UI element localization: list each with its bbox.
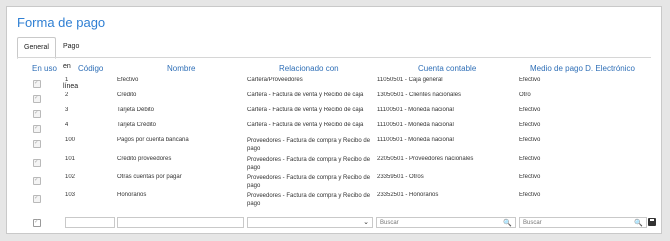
table-row[interactable]: 1 Efectivo Cartera/Proveedores 11050501 … [17, 77, 651, 92]
row-medio: Efectivo [519, 156, 541, 162]
row-medio: Efectivo [519, 107, 541, 113]
row-medio: Efectivo [519, 77, 541, 83]
row-relacionado: Proveedores - Factura de compra y Recibo… [247, 157, 371, 171]
forma-de-pago-panel: Forma de pago General Pago en línea En u… [6, 6, 662, 234]
checkbox-icon[interactable] [33, 158, 41, 167]
row-cuenta: 23359501 - Otros [377, 174, 424, 180]
filter-cuenta-placeholder: Buscar [380, 220, 399, 226]
row-codigo: 3 [65, 107, 69, 113]
row-codigo: 103 [65, 192, 76, 198]
table-row[interactable]: 100 Pagos por cuenta bancaria Proveedore… [17, 137, 651, 155]
checkbox-icon[interactable] [33, 94, 41, 103]
row-codigo: 102 [65, 174, 76, 180]
row-relacionado: Proveedores - Factura de compra y Recibo… [247, 193, 371, 207]
row-nombre: Efectivo [117, 77, 139, 83]
filter-relacionado-select[interactable]: ⌄ [247, 217, 373, 228]
row-relacionado: Proveedores - Factura de compra y Recibo… [247, 175, 371, 189]
checkbox-icon[interactable] [33, 79, 41, 88]
page-title: Forma de pago [17, 15, 106, 30]
table-row[interactable]: 2 Crédito Cartera - Factura de venta y R… [17, 92, 651, 107]
row-medio: Efectivo [519, 174, 541, 180]
row-relacionado: Cartera - Factura de venta y Recibo de c… [247, 107, 364, 113]
col-header-en-uso[interactable]: En uso [32, 64, 57, 73]
chevron-down-icon: ⌄ [363, 219, 369, 226]
filter-row: ⌄ Buscar 🔍 Buscar 🔍 [17, 217, 656, 230]
table-row[interactable]: 103 Honorarios Proveedores - Factura de … [17, 192, 651, 210]
row-codigo: 2 [65, 92, 69, 98]
col-header-cuenta[interactable]: Cuenta contable [418, 64, 476, 73]
row-nombre: Honorarios [117, 192, 147, 198]
table-row[interactable]: 101 Crédito proveedores Proveedores - Fa… [17, 156, 651, 174]
filter-codigo-input[interactable] [65, 217, 115, 228]
row-nombre: Tarjeta Débito [117, 107, 155, 113]
row-codigo: 1 [65, 77, 69, 83]
col-header-codigo[interactable]: Código [78, 64, 103, 73]
row-medio: Efectivo [519, 122, 541, 128]
search-icon[interactable]: 🔍 [503, 219, 512, 227]
checkbox-icon[interactable] [33, 176, 41, 185]
col-header-relacionado[interactable]: Relacionado con [279, 64, 339, 73]
row-codigo: 101 [65, 156, 76, 162]
row-nombre: Crédito [117, 92, 137, 98]
col-header-medio[interactable]: Medio de pago D. Electrónico [530, 64, 635, 73]
checkbox-icon[interactable] [33, 139, 41, 148]
row-medio: Otro [519, 92, 531, 98]
save-icon[interactable] [648, 218, 656, 226]
table-row[interactable]: 4 Tarjeta Crédito Cartera - Factura de v… [17, 122, 651, 137]
filter-medio-input[interactable]: Buscar 🔍 [519, 217, 647, 228]
row-relacionado: Cartera - Factura de venta y Recibo de c… [247, 122, 364, 128]
checkbox-icon[interactable] [33, 194, 41, 203]
search-icon[interactable]: 🔍 [634, 219, 643, 227]
row-nombre: Otras cuentas por pagar [117, 174, 182, 180]
filter-cuenta-input[interactable]: Buscar 🔍 [376, 217, 516, 228]
tab-general[interactable]: General [17, 37, 56, 59]
row-cuenta: 23352501 - Honorarios [377, 192, 439, 198]
row-relacionado: Cartera/Proveedores [247, 77, 303, 83]
filter-medio-placeholder: Buscar [523, 220, 542, 226]
row-nombre: Pagos por cuenta bancaria [117, 137, 189, 143]
row-medio: Efectivo [519, 192, 541, 198]
row-cuenta: 11100501 - Moneda nacional [377, 107, 454, 113]
checkbox-icon[interactable] [33, 218, 41, 227]
checkbox-icon[interactable] [33, 109, 41, 118]
col-header-nombre[interactable]: Nombre [167, 64, 195, 73]
row-codigo: 100 [65, 137, 76, 143]
row-codigo: 4 [65, 122, 69, 128]
row-cuenta: 13050501 - Clientes nacionales [377, 92, 462, 98]
checkbox-icon[interactable] [33, 124, 41, 133]
row-cuenta: 11050501 - Caja general [377, 77, 443, 83]
row-nombre: Tarjeta Crédito [117, 122, 157, 128]
row-relacionado: Cartera - Factura de venta y Recibo de c… [247, 92, 364, 98]
tab-divider [17, 57, 651, 58]
filter-nombre-input[interactable] [117, 217, 244, 228]
row-cuenta: 11100501 - Moneda nacional [377, 122, 454, 128]
row-medio: Efectivo [519, 137, 541, 143]
row-cuenta: 22050501 - Proveedores nacionales [377, 156, 474, 162]
row-cuenta: 11100501 - Moneda nacional [377, 137, 454, 143]
table-row[interactable]: 3 Tarjeta Débito Cartera - Factura de ve… [17, 107, 651, 122]
tab-pago-en-linea[interactable]: Pago en línea [57, 37, 85, 90]
row-relacionado: Proveedores - Factura de compra y Recibo… [247, 138, 371, 152]
table-row[interactable]: 102 Otras cuentas por pagar Proveedores … [17, 174, 651, 192]
row-nombre: Crédito proveedores [117, 156, 172, 162]
